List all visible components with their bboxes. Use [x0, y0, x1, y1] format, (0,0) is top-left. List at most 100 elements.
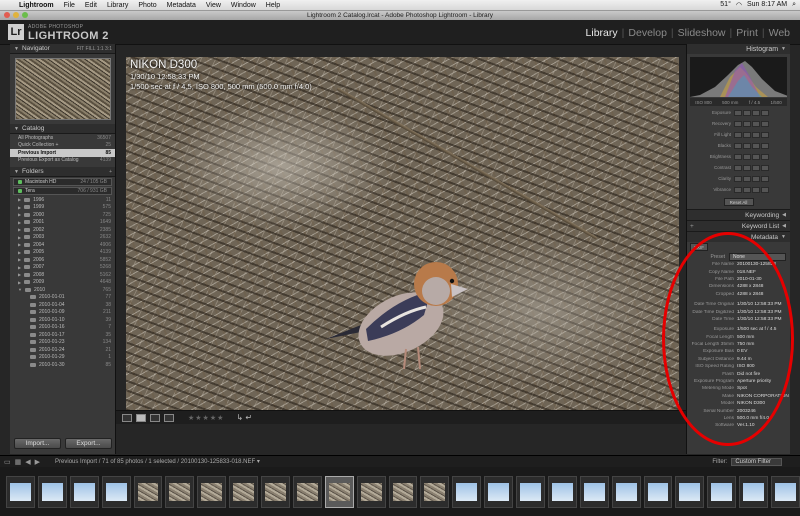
filmstrip-thumbnail[interactable]: [261, 475, 290, 508]
disclosure-triangle-icon[interactable]: ▶: [18, 257, 21, 262]
rotate-arrows-icon[interactable]: ↳ ↵: [236, 413, 252, 422]
folder-row[interactable]: ▼ 2010 765: [10, 286, 115, 294]
metadata-row[interactable]: Copy Name 018.NEF: [687, 268, 790, 275]
decrease-large-button[interactable]: [734, 109, 742, 116]
menu-edit[interactable]: Edit: [80, 2, 102, 9]
disclosure-triangle-icon[interactable]: ▶: [18, 242, 21, 247]
subfolder-row[interactable]: 2010-01-23 134: [10, 339, 115, 347]
disclosure-triangle-icon[interactable]: ▶: [18, 220, 21, 225]
disclosure-triangle-icon[interactable]: ▶: [18, 250, 21, 255]
filmstrip-thumbnail[interactable]: [484, 475, 513, 508]
module-slideshow[interactable]: Slideshow: [674, 27, 730, 39]
folder-row[interactable]: ▶ 2000 725: [10, 211, 115, 219]
decrease-button[interactable]: [743, 153, 751, 160]
metadata-row[interactable]: Date Time Digitized 1/30/10 12:58:33 PM: [687, 308, 790, 315]
secondary-window-icon[interactable]: ▭: [4, 458, 11, 466]
subfolder-row[interactable]: 2010-01-30 85: [10, 361, 115, 369]
increase-large-button[interactable]: [761, 142, 769, 149]
metadata-row[interactable]: File Path 2010-01-30: [687, 276, 790, 283]
minimize-window-button[interactable]: [13, 12, 19, 18]
filmstrip-thumbnail[interactable]: [420, 475, 450, 508]
decrease-button[interactable]: [743, 175, 751, 182]
rating-stars[interactable]: ★★★★★: [188, 414, 224, 422]
filmstrip-source-info[interactable]: Previous Import / 71 of 85 photos / 1 se…: [55, 458, 260, 465]
disclosure-triangle-icon[interactable]: ▶: [18, 212, 21, 217]
metadata-header[interactable]: Metadata ▼: [687, 231, 790, 242]
decrease-large-button[interactable]: [734, 120, 742, 127]
folder-row[interactable]: ▶ 2001 1649: [10, 219, 115, 227]
module-library[interactable]: Library: [582, 27, 622, 39]
grid-view-icon[interactable]: [122, 413, 132, 422]
subfolder-row[interactable]: 2010-01-09 211: [10, 309, 115, 317]
metadata-row[interactable]: Cropped 4288 x 2848: [687, 291, 790, 298]
metadata-row[interactable]: Software Ver.1.10: [687, 422, 790, 429]
filmstrip-thumbnail[interactable]: [675, 475, 705, 508]
close-window-button[interactable]: [4, 12, 10, 18]
subfolder-row[interactable]: 2010-01-24 21: [10, 346, 115, 354]
metadata-row[interactable]: Exposure Bias 0 EV: [687, 348, 790, 355]
metadata-row[interactable]: Date Time Original 1/30/10 12:58:33 PM: [687, 301, 790, 308]
metadata-row[interactable]: Lens 500.0 mm f/4.0: [687, 415, 790, 422]
disclosure-triangle-icon[interactable]: ▶: [18, 280, 21, 285]
filmstrip-thumbnail[interactable]: [643, 475, 673, 508]
metadata-row[interactable]: Focal Length 35mm 750 mm: [687, 341, 790, 348]
subfolder-row[interactable]: 2010-01-04 38: [10, 301, 115, 309]
filmstrip-thumbnail[interactable]: [69, 475, 99, 508]
collapse-triangle-icon[interactable]: ▼: [781, 46, 786, 52]
expand-triangle-icon[interactable]: ◀: [782, 212, 786, 218]
menu-photo[interactable]: Photo: [133, 2, 161, 9]
subfolder-row[interactable]: 2010-01-17 35: [10, 331, 115, 339]
metadata-row[interactable]: Date Time 1/30/10 12:58:33 PM: [687, 316, 790, 323]
increase-button[interactable]: [752, 186, 760, 193]
filmstrip-thumbnail[interactable]: [611, 475, 641, 508]
filmstrip-thumbnail[interactable]: [547, 475, 577, 508]
export-button[interactable]: Export...: [65, 438, 112, 449]
metadata-row[interactable]: Metering Mode Spot: [687, 385, 790, 392]
import-button[interactable]: Import...: [14, 438, 61, 449]
disclosure-triangle-icon[interactable]: ▶: [18, 235, 21, 240]
zoom-options[interactable]: FIT FILL 1:1 3:1: [77, 46, 112, 52]
back-arrow-icon[interactable]: ◀: [25, 458, 30, 466]
folders-header[interactable]: ▼ Folders +: [10, 167, 115, 177]
spotlight-icon[interactable]: ⌕: [792, 1, 796, 9]
metadata-row[interactable]: Flash Did not fire: [687, 370, 790, 377]
subfolder-row[interactable]: 2010-01-01 77: [10, 294, 115, 302]
menu-file[interactable]: File: [59, 2, 80, 9]
metadata-row[interactable]: File Name 20100130-125833: [687, 261, 790, 268]
volume-macintosh-hd[interactable]: Macintosh HD 24 / 105 GB: [13, 178, 112, 186]
metadata-row[interactable]: Focal Length 500 mm: [687, 334, 790, 341]
increase-button[interactable]: [752, 131, 760, 138]
histogram-header[interactable]: Histogram ▼: [687, 44, 790, 54]
disclosure-triangle-icon[interactable]: ▶: [18, 197, 21, 202]
menu-help[interactable]: Help: [261, 2, 285, 9]
decrease-button[interactable]: [743, 120, 751, 127]
collapse-triangle-icon[interactable]: ▼: [14, 46, 19, 52]
zoom-window-button[interactable]: [22, 12, 28, 18]
filter-select[interactable]: Custom Filter: [731, 457, 782, 466]
increase-button[interactable]: [752, 142, 760, 149]
increase-button[interactable]: [752, 153, 760, 160]
metadata-row[interactable]: Model NIKON D300: [687, 400, 790, 407]
disclosure-triangle-icon[interactable]: ▶: [18, 265, 21, 270]
increase-large-button[interactable]: [761, 153, 769, 160]
filmstrip-thumbnail[interactable]: [388, 475, 418, 508]
menu-window[interactable]: Window: [226, 2, 261, 9]
menu-app[interactable]: Lightroom: [14, 2, 59, 9]
filmstrip-thumbnail[interactable]: [37, 475, 67, 508]
increase-large-button[interactable]: [761, 109, 769, 116]
navigator-preview[interactable]: [15, 58, 111, 120]
folder-row[interactable]: ▶ 1999 575: [10, 204, 115, 212]
decrease-button[interactable]: [743, 109, 751, 116]
filmstrip-thumbnail[interactable]: [6, 475, 35, 508]
increase-button[interactable]: [752, 175, 760, 182]
increase-button[interactable]: [752, 164, 760, 171]
decrease-large-button[interactable]: [734, 142, 742, 149]
navigator-header[interactable]: ▼ Navigator FIT FILL 1:1 3:1: [10, 44, 115, 54]
increase-large-button[interactable]: [761, 120, 769, 127]
filmstrip-thumbnail[interactable]: [165, 475, 195, 508]
subfolder-row[interactable]: 2010-01-10 39: [10, 316, 115, 324]
subfolder-row[interactable]: 2010-01-16 7: [10, 324, 115, 332]
module-print[interactable]: Print: [732, 27, 762, 39]
decrease-button[interactable]: [743, 142, 751, 149]
keywording-header[interactable]: Keywording ◀: [687, 209, 790, 220]
